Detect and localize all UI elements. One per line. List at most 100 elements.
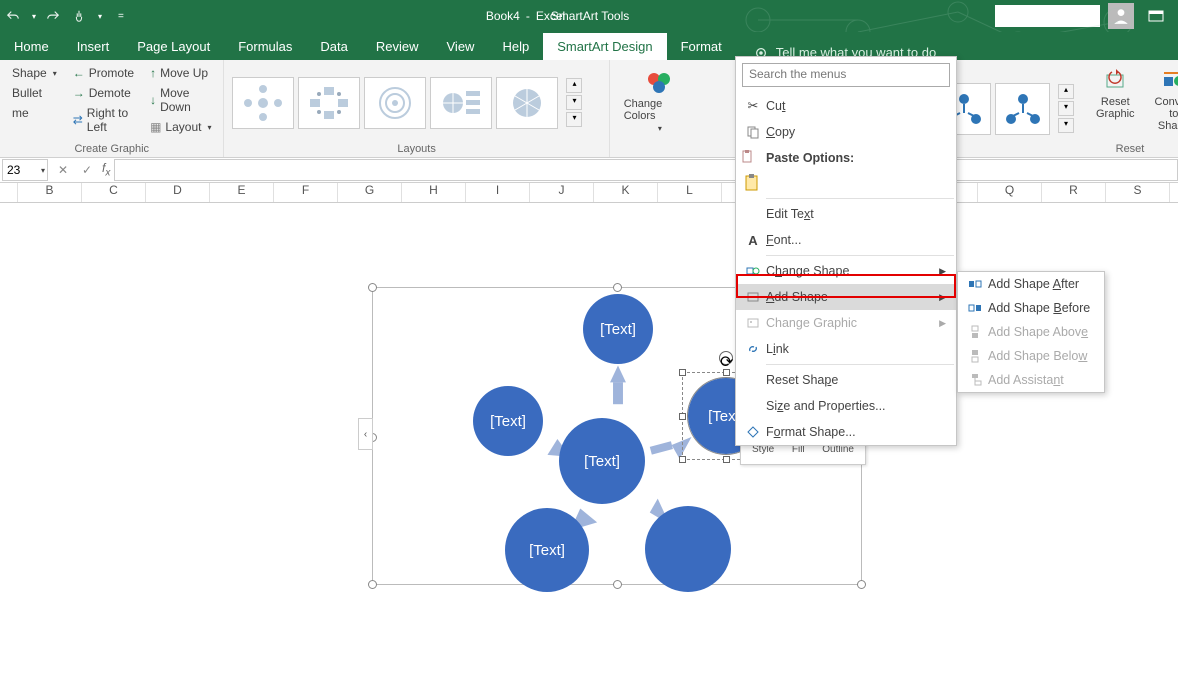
add-after-icon	[962, 277, 988, 291]
text-pane-button[interactable]: me	[8, 104, 61, 122]
enter-icon[interactable]: ✓	[76, 159, 98, 181]
touch-mode-icon[interactable]	[70, 7, 88, 25]
account-signin-box[interactable]	[995, 5, 1100, 27]
ribbon-group-layouts: ▴ ▾ ▾ Layouts	[224, 60, 609, 157]
col-header[interactable]: B	[18, 183, 82, 202]
layout-thumb[interactable]	[364, 77, 426, 129]
add-bullet-button[interactable]: Bullet	[8, 84, 61, 102]
layouts-scroll-down[interactable]: ▾	[566, 95, 582, 110]
resize-handle[interactable]	[679, 413, 686, 420]
add-below-icon	[962, 349, 988, 363]
smartart-node[interactable]: [Text]	[473, 386, 543, 456]
tab-page-layout[interactable]: Page Layout	[123, 33, 224, 60]
ribbon-group-reset: ResetGraphic Convertto Shape Reset	[1082, 60, 1178, 157]
add-shape-button[interactable]: Shape▾	[8, 64, 61, 82]
resize-handle[interactable]	[723, 369, 730, 376]
change-colors-button[interactable]: Change Colors▾	[618, 64, 700, 153]
menu-link[interactable]: Link	[736, 336, 956, 362]
add-assistant-icon	[962, 373, 988, 387]
layout-thumb[interactable]	[298, 77, 360, 129]
layouts-scroll-up[interactable]: ▴	[566, 78, 582, 93]
cancel-icon[interactable]: ✕	[52, 159, 74, 181]
smartart-node[interactable]: [Text]	[583, 294, 653, 364]
rotate-handle[interactable]: ⟳	[719, 351, 733, 365]
style-thumb[interactable]	[995, 83, 1050, 135]
tab-formulas[interactable]: Formulas	[224, 33, 306, 60]
resize-handle[interactable]	[368, 580, 377, 589]
menu-search-input[interactable]: Search the menus	[742, 63, 950, 87]
menu-format-shape[interactable]: Format Shape...	[736, 419, 956, 445]
menu-font[interactable]: AFont...	[736, 227, 956, 253]
menu-add-shape[interactable]: Add Shape▶	[736, 284, 956, 310]
formula-input[interactable]	[114, 159, 1178, 181]
submenu-add-before[interactable]: Add Shape Before	[958, 296, 1104, 320]
ribbon: Shape▾ Bullet me ←Promote →Demote ⇄Right…	[0, 60, 1178, 158]
styles-scroll-up[interactable]: ▴	[1058, 84, 1074, 99]
add-shape-icon	[740, 290, 766, 304]
col-header[interactable]: K	[594, 183, 658, 202]
smartart-node[interactable]	[645, 506, 731, 592]
col-header[interactable]: J	[530, 183, 594, 202]
demote-button[interactable]: →Demote	[69, 84, 138, 102]
menu-reset-shape[interactable]: Reset Shape	[736, 367, 956, 393]
col-header[interactable]: I	[466, 183, 530, 202]
right-to-left-button[interactable]: ⇄Right to Left	[69, 104, 138, 136]
layout-thumb[interactable]	[496, 77, 558, 129]
layouts-more[interactable]: ▾	[566, 112, 582, 127]
smartart-node[interactable]: [Text]	[505, 508, 589, 592]
col-header[interactable]: S	[1106, 183, 1170, 202]
text-pane-toggle[interactable]: ‹	[358, 418, 373, 450]
resize-handle[interactable]	[679, 369, 686, 376]
col-header[interactable]: R	[1042, 183, 1106, 202]
resize-handle[interactable]	[368, 283, 377, 292]
tab-insert[interactable]: Insert	[63, 33, 124, 60]
col-header[interactable]: C	[82, 183, 146, 202]
menu-edit-text[interactable]: Edit Text	[736, 201, 956, 227]
col-header[interactable]: H	[402, 183, 466, 202]
tab-data[interactable]: Data	[306, 33, 361, 60]
col-header[interactable]: G	[338, 183, 402, 202]
menu-cut[interactable]: ✂Cut	[736, 93, 956, 119]
reset-graphic-button[interactable]: ResetGraphic	[1090, 64, 1141, 141]
redo-icon[interactable]	[44, 7, 62, 25]
formula-bar: 23▾ ✕ ✓ fx	[0, 158, 1178, 183]
col-header[interactable]: E	[210, 183, 274, 202]
col-header[interactable]: F	[274, 183, 338, 202]
menu-copy[interactable]: Copy	[736, 119, 956, 145]
col-header[interactable]: D	[146, 183, 210, 202]
name-box[interactable]: 23▾	[2, 159, 48, 181]
resize-handle[interactable]	[723, 456, 730, 463]
tab-format[interactable]: Format	[667, 33, 736, 60]
ribbon-group-smartart-styles: Change Colors▾	[610, 60, 708, 157]
undo-icon[interactable]	[4, 7, 22, 25]
resize-handle[interactable]	[613, 580, 622, 589]
layout-thumb[interactable]	[232, 77, 294, 129]
convert-button[interactable]: Convertto Shape	[1149, 64, 1178, 141]
fx-icon[interactable]: fx	[102, 161, 110, 178]
tab-view[interactable]: View	[433, 33, 489, 60]
resize-handle[interactable]	[857, 580, 866, 589]
link-icon	[740, 342, 766, 356]
tab-help[interactable]: Help	[488, 33, 543, 60]
menu-change-shape[interactable]: Change Shape▶	[736, 258, 956, 284]
smartart-node-center[interactable]: [Text]	[559, 418, 645, 504]
move-down-button[interactable]: ↓Move Down	[146, 84, 215, 116]
resize-handle[interactable]	[679, 456, 686, 463]
submenu-add-after[interactable]: Add Shape After	[958, 272, 1104, 296]
menu-size-properties[interactable]: Size and Properties...	[736, 393, 956, 419]
styles-more[interactable]: ▾	[1058, 118, 1074, 133]
user-avatar-icon[interactable]	[1108, 3, 1134, 29]
resize-handle[interactable]	[613, 283, 622, 292]
layout-thumb[interactable]	[430, 77, 492, 129]
tab-home[interactable]: Home	[0, 33, 63, 60]
ribbon-display-options-icon[interactable]	[1142, 5, 1170, 27]
col-header[interactable]: L	[658, 183, 722, 202]
move-up-button[interactable]: ↑Move Up	[146, 64, 215, 82]
promote-button[interactable]: ←Promote	[69, 64, 138, 82]
tab-smartart-design[interactable]: SmartArt Design	[543, 33, 666, 60]
layout-button[interactable]: ▦Layout▾	[146, 118, 215, 136]
styles-scroll-down[interactable]: ▾	[1058, 101, 1074, 116]
tab-review[interactable]: Review	[362, 33, 433, 60]
menu-paste-option[interactable]	[736, 170, 956, 196]
col-header[interactable]: Q	[978, 183, 1042, 202]
